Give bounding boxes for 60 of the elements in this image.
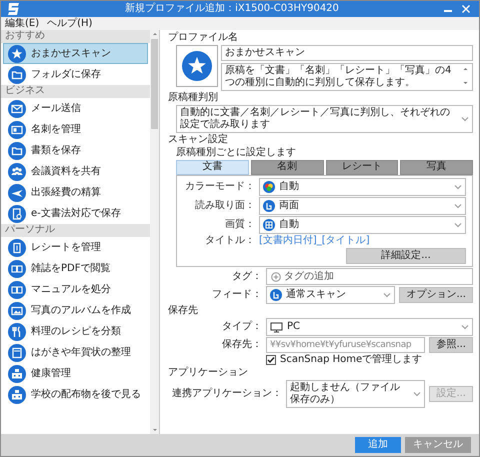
field-label: 画質： <box>224 219 255 231</box>
sidebar-item[interactable]: はがきや年賀状の整理 <box>3 342 148 363</box>
field-label: タイプ： <box>221 321 262 333</box>
group-header: おすすめ <box>1 30 150 43</box>
sidebar-item[interactable]: e-文書法対応で保存 <box>3 203 148 224</box>
field-label: フィード： <box>211 289 262 301</box>
sidebar-item[interactable]: フォルダに保存 <box>3 64 148 85</box>
sidebar-item[interactable]: メール送信 <box>3 98 148 119</box>
details-button[interactable]: 詳細設定... <box>346 248 466 264</box>
sidebar-item[interactable]: レシートを管理 <box>3 237 148 258</box>
sidebar-item[interactable]: 会議資料を共有 <box>3 161 148 182</box>
sidebar-item[interactable]: 書類を保存 <box>3 140 148 161</box>
path-field[interactable]: ¥¥sv¥home¥t¥yfuruse¥scansnap <box>266 337 426 353</box>
window-title: 新規プロファイル追加：iX1500-C03HY90420 <box>124 3 340 15</box>
setting-dropdown[interactable]: 自動 <box>259 178 466 196</box>
sidebar-item[interactable]: マニュアルを処分 <box>3 279 148 300</box>
add-tag-button[interactable]: タグの追加 <box>271 270 334 282</box>
type-dropdown[interactable]: PC <box>266 318 473 336</box>
options-button[interactable]: オプション... <box>399 287 473 303</box>
group-header: ビジネス <box>1 85 150 98</box>
sidebar-item[interactable]: 写真のアルバムを作成 <box>3 300 148 321</box>
section-label: 原稿種判別 <box>168 92 219 104</box>
menu-item[interactable]: 編集(E) <box>5 18 40 30</box>
sidebar-item[interactable]: 名刺を管理 <box>3 119 148 140</box>
description-field[interactable]: 原稿を「文書」「名刺」「レシート」「写真」の4つの種別に自動的に判別して保存します。 <box>221 63 473 91</box>
section-label: 保存先 <box>168 305 199 317</box>
sidebar-item[interactable]: 出張経費の精算 <box>3 182 148 203</box>
feed-dropdown[interactable]: 通常スキャン <box>266 286 396 304</box>
setting-dropdown[interactable]: 自動 <box>259 216 466 234</box>
field-label: 読み取り面： <box>194 200 255 212</box>
section-label: アプリケーション <box>168 367 249 379</box>
description-text: 原稿を「文書」「名刺」「レシート」「写真」の4つの種別に自動的に判別して保存します。 <box>225 65 452 89</box>
sidebar-item[interactable]: 料理のレシピを分類 <box>3 321 148 342</box>
tag-field[interactable]: タグの追加 <box>266 268 473 285</box>
scan-note: 原稿種別ごとに設定します <box>176 147 297 159</box>
field-label: タグ： <box>231 270 262 282</box>
tab[interactable]: 写真 <box>400 160 473 175</box>
tab[interactable]: 文書 <box>176 160 249 175</box>
tab[interactable]: レシート <box>326 160 398 175</box>
profile-name-field[interactable]: おまかせスキャン <box>221 45 473 61</box>
tab[interactable]: 名刺 <box>250 160 324 175</box>
title-format-link[interactable]: [文書内日付]_[タイトル] <box>259 235 370 247</box>
dialog-button[interactable]: 追加 <box>355 437 401 453</box>
sidebar-item[interactable]: おまかせスキャン <box>3 43 148 64</box>
field-label: 連携アプリケーション： <box>172 388 282 400</box>
field-label: 保存先： <box>221 339 262 351</box>
classification-dropdown[interactable]: 自動的に文書／名刺／レシート／写真に判別し、それぞれの設定で読み取ります <box>176 105 473 133</box>
sidebar-item[interactable]: 学校の配布物を後で見る <box>3 384 148 405</box>
sidebar-item[interactable]: 健康管理 <box>3 363 148 384</box>
manage-checkbox[interactable]: ScanSnap Homeで管理します <box>266 354 422 366</box>
field-label: カラーモード： <box>184 181 255 193</box>
application-dropdown[interactable]: 起動しません（ファイル保存のみ） <box>286 380 426 408</box>
field-label: タイトル： <box>204 235 255 247</box>
group-header: パーソナル <box>1 224 150 237</box>
browse-button[interactable]: 参照... <box>429 337 473 353</box>
section-label: プロファイル名 <box>168 32 239 44</box>
menu-item[interactable]: ヘルプ(H) <box>47 18 92 30</box>
setting-dropdown[interactable]: 両面 <box>259 197 466 215</box>
sidebar-item[interactable]: 雑誌をPDFで閲覧 <box>3 258 148 279</box>
section-label: スキャン設定 <box>168 134 229 146</box>
